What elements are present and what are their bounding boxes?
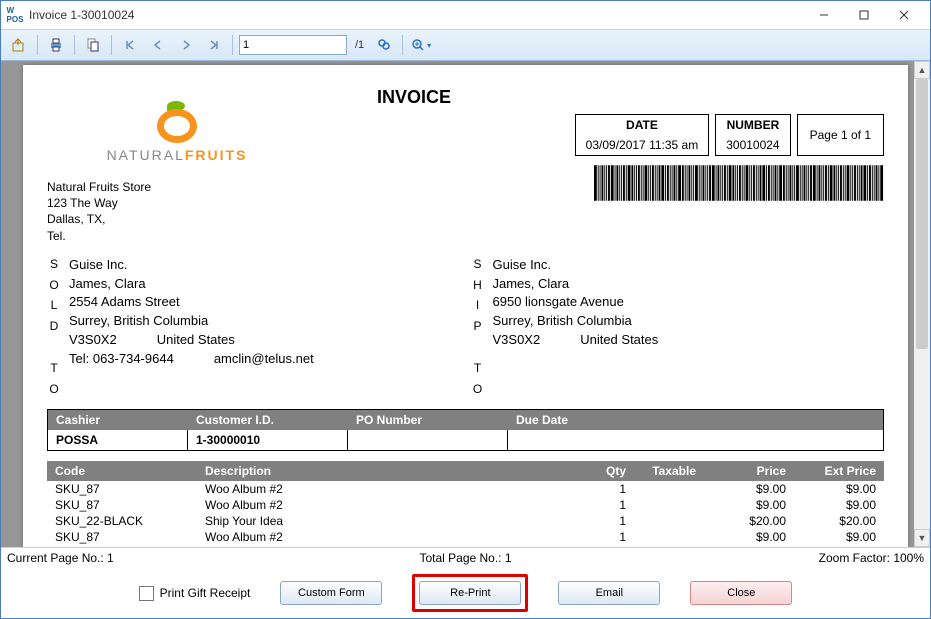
maximize-button[interactable] bbox=[844, 4, 884, 26]
meta-table: Cashier Customer I.D. PO Number Due Date… bbox=[47, 409, 884, 451]
email-button[interactable]: Email bbox=[558, 581, 660, 605]
sold-to-label: SOLD TO bbox=[47, 256, 61, 398]
print-gift-receipt-checkbox[interactable]: Print Gift Receipt bbox=[139, 586, 251, 601]
close-window-button[interactable] bbox=[884, 4, 924, 26]
zoom-icon[interactable]: ▾ bbox=[409, 34, 433, 56]
invoice-heading: INVOICE bbox=[377, 87, 884, 108]
footer: Print Gift Receipt Custom Form Re-Print … bbox=[1, 568, 930, 618]
page-box: Page 1 of 1 bbox=[797, 114, 884, 156]
checkbox-icon bbox=[139, 586, 154, 601]
vertical-scrollbar[interactable]: ▲ ▼ bbox=[914, 61, 930, 547]
next-page-icon[interactable] bbox=[174, 34, 198, 56]
store-logo: NATURALFRUITS bbox=[47, 87, 307, 177]
ship-to-block: Guise Inc. James, Clara 6950 lionsgate A… bbox=[493, 256, 659, 398]
copy-icon[interactable] bbox=[81, 34, 105, 56]
titlebar: WPOS Invoice 1-30010024 bbox=[1, 1, 930, 30]
reprint-highlight: Re-Print bbox=[412, 574, 528, 612]
status-current-page: Current Page No.: 1 bbox=[7, 551, 313, 565]
scroll-down-icon[interactable]: ▼ bbox=[914, 529, 930, 547]
barcode bbox=[317, 164, 884, 202]
scroll-up-icon[interactable]: ▲ bbox=[914, 61, 930, 79]
store-address: Natural Fruits Store 123 The Way Dallas,… bbox=[47, 179, 307, 244]
items-header: Code Description Qty Taxable Price Ext P… bbox=[47, 461, 884, 481]
app-icon: WPOS bbox=[7, 7, 23, 23]
prev-page-icon[interactable] bbox=[146, 34, 170, 56]
last-page-icon[interactable] bbox=[202, 34, 226, 56]
first-page-icon[interactable] bbox=[118, 34, 142, 56]
item-row: 1014Dell Inspiron 13 laptop1$799.00$799.… bbox=[47, 545, 884, 547]
ship-to-label: SHIP TO bbox=[471, 256, 485, 398]
page-total-label: /1 bbox=[355, 39, 364, 51]
reprint-button[interactable]: Re-Print bbox=[419, 581, 521, 605]
status-bar: Current Page No.: 1 Total Page No.: 1 Zo… bbox=[1, 547, 930, 568]
minimize-button[interactable] bbox=[804, 4, 844, 26]
report-viewer: NATURALFRUITS Natural Fruits Store 123 T… bbox=[1, 61, 930, 547]
item-row: SKU_87Woo Album #21$9.00$9.00 bbox=[47, 529, 884, 545]
item-row: SKU_87Woo Album #21$9.00$9.00 bbox=[47, 497, 884, 513]
status-zoom: Zoom Factor: 100% bbox=[618, 551, 924, 565]
window-title: Invoice 1-30010024 bbox=[29, 8, 804, 22]
number-box: NUMBER30010024 bbox=[715, 114, 790, 156]
status-total-page: Total Page No.: 1 bbox=[313, 551, 619, 565]
invoice-page: NATURALFRUITS Natural Fruits Store 123 T… bbox=[23, 65, 908, 547]
sold-to-block: Guise Inc. James, Clara 2554 Adams Stree… bbox=[69, 256, 314, 398]
items-body: SKU_87Woo Album #21$9.00$9.00SKU_87Woo A… bbox=[47, 481, 884, 547]
custom-form-button[interactable]: Custom Form bbox=[280, 581, 382, 605]
print-icon[interactable] bbox=[44, 34, 68, 56]
date-box: DATE03/09/2017 11:35 am bbox=[575, 114, 710, 156]
page-number-input[interactable] bbox=[239, 35, 347, 55]
invoice-window: WPOS Invoice 1-30010024 /1 ▾ bbox=[0, 0, 931, 619]
item-row: SKU_22-BLACKShip Your Idea1$20.00$20.00 bbox=[47, 513, 884, 529]
close-button[interactable]: Close bbox=[690, 581, 792, 605]
search-icon[interactable] bbox=[372, 34, 396, 56]
export-icon[interactable] bbox=[7, 34, 31, 56]
item-row: SKU_87Woo Album #21$9.00$9.00 bbox=[47, 481, 884, 497]
toolbar: /1 ▾ bbox=[1, 30, 930, 61]
